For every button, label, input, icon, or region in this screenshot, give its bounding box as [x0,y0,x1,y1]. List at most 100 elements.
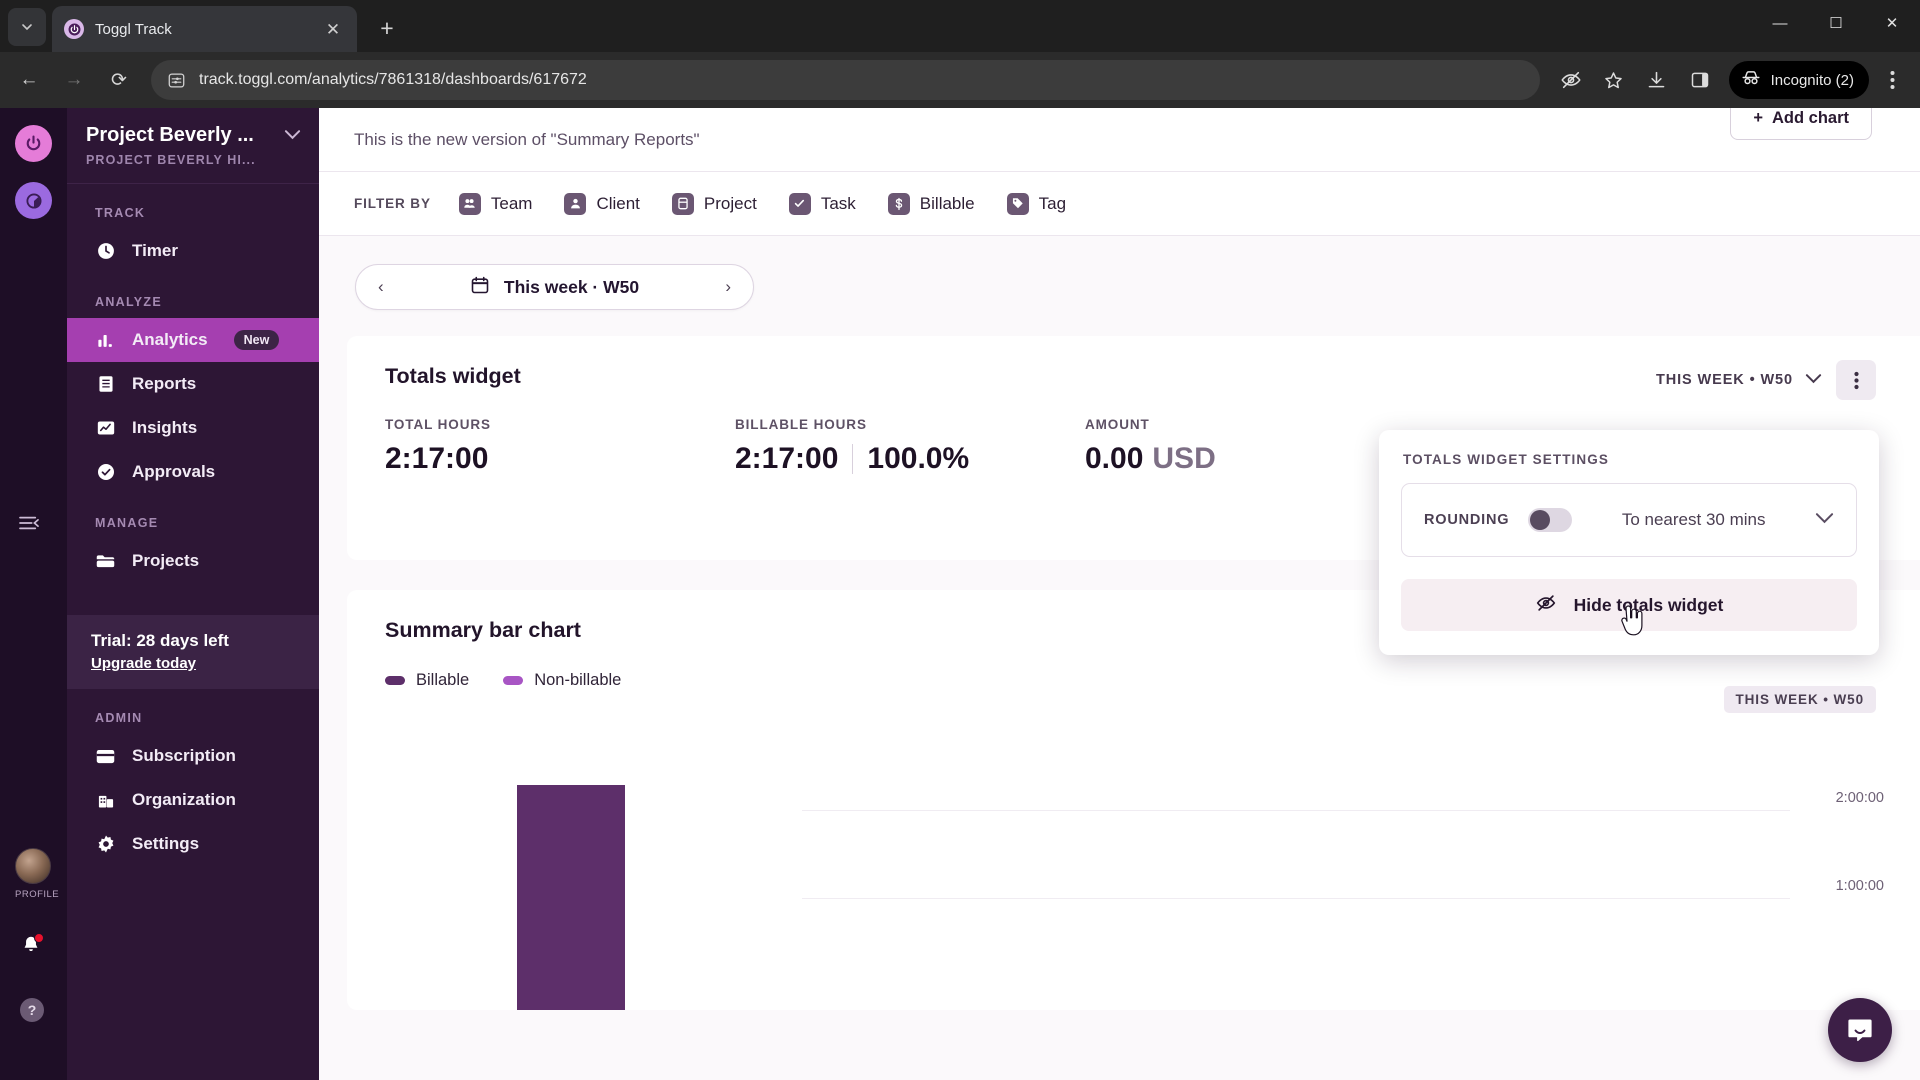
legend-item-billable[interactable]: Billable [385,671,469,690]
toggl-power-icon[interactable] [15,125,52,162]
back-arrow-icon[interactable]: ← [8,59,50,101]
legend-swatch [503,676,524,685]
filter-tag[interactable]: Tag [1006,192,1067,215]
chevron-down-icon [1805,372,1822,388]
hide-totals-widget-label: Hide totals widget [1573,594,1724,615]
notification-bell-icon[interactable] [20,933,44,962]
toggl-logo-icon [64,19,84,39]
bar-billable[interactable] [517,785,625,1010]
hide-totals-widget-button[interactable]: Hide totals widget [1401,579,1857,636]
add-chart-button[interactable]: + Add chart [1730,108,1872,140]
close-icon[interactable]: ✕ [321,21,345,38]
week-selector-label: THIS WEEK • W50 [1655,372,1793,388]
browser-window: Toggl Track ✕ + — ☐ ✕ ← → ⟳ track.toggl.… [0,0,1920,1080]
download-icon[interactable] [1637,60,1677,100]
date-range-selector[interactable]: ‹ This week · W50 › [355,264,754,310]
metric-label: BILLABLE HOURS [735,417,867,432]
filter-label: Task [820,193,856,213]
reload-icon[interactable]: ⟳ [98,59,140,101]
sidebar-item-organization[interactable]: Organization [67,778,319,822]
minimize-icon[interactable]: — [1752,0,1808,46]
chevron-left-icon[interactable]: ‹ [378,277,384,297]
three-dot-menu-icon[interactable] [1836,360,1876,400]
intercom-chat-icon[interactable] [1828,998,1892,1062]
chevron-down-icon[interactable] [284,127,301,144]
forward-arrow-icon[interactable]: → [53,59,95,101]
avatar-label: PROFILE [15,889,60,900]
sidebar-item-settings[interactable]: Settings [67,822,319,866]
sidebar-section-track: TRACK [95,206,146,220]
sidebar-item-label: Insights [132,418,198,437]
metric-total-hours: TOTAL HOURS 2:17:00 [385,417,735,476]
browser-tab[interactable]: Toggl Track ✕ [52,6,357,52]
team-icon [458,192,481,215]
workspace-switcher[interactable]: Project Beverly ... PROJECT BEVERLY HI..… [67,108,319,184]
star-icon[interactable] [1594,60,1634,100]
incognito-icon [1740,67,1762,93]
status-badge: New [233,330,280,350]
totals-widget-header-actions: THIS WEEK • W50 [1656,360,1876,400]
sidebar-item-label: Projects [132,551,200,570]
week-selector[interactable]: THIS WEEK • W50 [1656,372,1822,388]
sidebar-item-label: Organization [132,790,236,809]
popup-title: TOTALS WIDGET SETTINGS [1403,452,1609,467]
y-axis-tick: 1:00:00 [1835,878,1884,894]
sidebar-item-label: Approvals [132,462,216,481]
tab-title: Toggl Track [95,20,172,38]
date-range-bar: ‹ This week · W50 › [319,236,1920,310]
window-controls: — ☐ ✕ [1752,0,1920,46]
chart-week-badge: THIS WEEK • W50 [1723,686,1876,713]
filter-billable[interactable]: Billable [887,192,975,215]
toggl-timer-icon[interactable] [15,182,52,219]
help-icon[interactable]: ? [20,998,44,1022]
filter-label: Team [490,193,533,213]
sidebar-item-timer[interactable]: Timer [67,229,319,273]
legend-item-non-billable[interactable]: Non-billable [503,671,621,690]
mouse-cursor [1619,605,1645,637]
side-panel-icon[interactable] [1680,60,1720,100]
chevron-right-icon[interactable]: › [725,277,731,297]
collapse-sidebar-icon[interactable] [14,508,44,538]
filter-team[interactable]: Team [458,192,533,215]
tab-list-icon[interactable] [8,8,46,46]
avatar[interactable]: PROFILE [15,848,59,900]
sidebar-item-approvals[interactable]: Approvals [67,450,319,494]
clock-icon [95,241,116,261]
sidebar-item-subscription[interactable]: Subscription [67,734,319,778]
incognito-indicator[interactable]: Incognito (2) [1728,61,1869,99]
sidebar-item-reports[interactable]: Reports [67,362,319,406]
filter-label: Tag [1038,193,1067,213]
address-bar-url: track.toggl.com/analytics/7861318/dashbo… [199,71,587,88]
folder-icon [95,552,116,570]
address-bar[interactable]: track.toggl.com/analytics/7861318/dashbo… [151,60,1540,100]
date-range-value: This week · W50 [503,276,640,297]
metric-billable-hours: BILLABLE HOURS 2:17:00 100.0% [735,417,1085,476]
insights-icon [95,419,116,437]
trial-banner[interactable]: Trial: 28 days left Upgrade today [67,615,319,689]
rounding-setting-row: ROUNDING To nearest 30 mins [1401,483,1857,557]
sidebar-item-projects[interactable]: Projects [67,539,319,583]
new-tab-icon[interactable]: + [367,8,407,48]
site-settings-icon[interactable] [165,69,187,91]
filter-project[interactable]: Project [671,192,757,215]
eye-slash-icon[interactable] [1551,60,1591,100]
maximize-icon[interactable]: ☐ [1808,0,1864,46]
metric-percent: 100.0% [867,442,970,475]
sidebar-item-label: Subscription [132,746,236,765]
sidebar-item-label: Analytics [132,330,208,349]
rounding-toggle[interactable] [1528,508,1573,532]
chevron-down-icon[interactable] [1815,511,1834,529]
rounding-value[interactable]: To nearest 30 mins [1572,510,1815,530]
eye-slash-icon [1535,592,1557,619]
upgrade-link[interactable]: Upgrade today [91,655,196,672]
filter-label: Billable [919,193,975,213]
add-chart-label: Add chart [1771,108,1849,127]
sidebar-item-analytics[interactable]: Analytics New [67,318,319,362]
plus-icon: + [1753,108,1763,127]
filter-task[interactable]: Task [788,192,856,215]
filter-client[interactable]: Client [564,192,640,215]
close-icon[interactable]: ✕ [1864,0,1920,46]
three-dot-menu-icon[interactable] [1872,60,1912,100]
chart-plot-area: 2:00:00 1:00:00 [347,750,1920,1010]
sidebar-item-insights[interactable]: Insights [67,406,319,450]
